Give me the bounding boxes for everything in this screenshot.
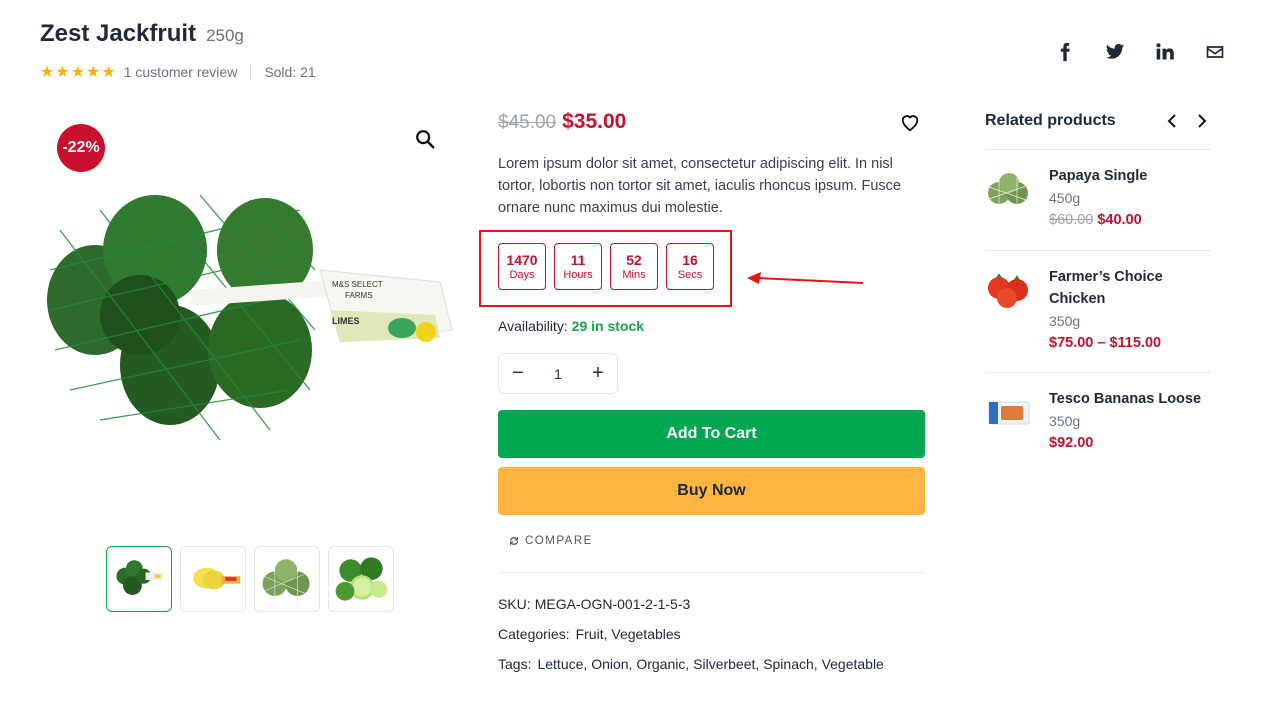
package-label: M&S SELECT — [332, 280, 383, 289]
minus-icon[interactable]: − — [509, 362, 527, 384]
product-meta-list: SKU: MEGA-OGN-001-2-1-5-3 Categories: Fr… — [498, 596, 884, 686]
star-icon: ★ — [55, 64, 70, 81]
add-to-cart-button[interactable]: Add To Cart — [498, 410, 925, 458]
price-row: $45.00 $35.00 — [498, 110, 626, 134]
product-image[interactable]: M&S SELECT FARMS LIMES — [40, 190, 460, 450]
quantity-stepper: − + — [498, 353, 618, 394]
related-item-weight: 350g — [1049, 413, 1081, 429]
related-item-image[interactable] — [985, 388, 1033, 436]
thumbnail-limes-net[interactable] — [106, 546, 172, 612]
heart-icon[interactable] — [899, 112, 923, 134]
stock-count: 29 in stock — [571, 318, 645, 334]
discount-badge: -22% — [57, 124, 105, 172]
related-item-name[interactable]: Farmer’s Choice Chicken — [1049, 266, 1210, 310]
star-icon: ★ — [40, 64, 55, 81]
tags-label: Tags: — [498, 656, 532, 672]
star-icon: ★ — [70, 64, 86, 81]
chevron-left-icon[interactable] — [1164, 111, 1180, 131]
tag-link[interactable]: Silverbeet — [693, 656, 755, 672]
facebook-icon[interactable] — [1040, 40, 1090, 64]
thumbnail-gallery — [106, 546, 394, 612]
divider — [250, 65, 252, 79]
related-item-image[interactable] — [985, 266, 1033, 314]
countdown-hours: 11 Hours — [554, 243, 602, 290]
related-item[interactable]: Tesco Bananas Loose 350g $92.00 — [985, 388, 1210, 454]
countdown-secs: 16 Secs — [666, 243, 714, 290]
related-item-image[interactable] — [985, 165, 1033, 213]
plus-icon[interactable]: + — [589, 362, 607, 384]
annotation-arrow — [745, 270, 867, 295]
zoom-icon[interactable] — [414, 128, 438, 152]
categories-row: Categories: Fruit, Vegetables — [498, 626, 884, 656]
related-item-price: $75.00 – $115.00 — [1049, 335, 1162, 351]
old-price: $45.00 — [498, 112, 557, 133]
product-weight: 250g — [206, 26, 244, 45]
tag-link[interactable]: Organic — [636, 656, 685, 672]
related-item-price: $60.00 $40.00 — [1049, 212, 1142, 228]
related-item-name[interactable]: Papaya Single — [1049, 165, 1147, 187]
related-item[interactable]: Papaya Single 450g $60.00 $40.00 — [985, 165, 1210, 231]
categories-label: Categories: — [498, 626, 570, 642]
related-divider — [985, 250, 1210, 251]
countdown-timer: 1470 Days 11 Hours 52 Mins 16 Secs — [498, 243, 714, 290]
compare-link[interactable]: COMPARE — [508, 535, 593, 547]
product-title-row: Zest Jackfruit 250g — [40, 20, 244, 48]
thumbnail-melons[interactable] — [254, 546, 320, 612]
sku-value: MEGA-OGN-001-2-1-5-3 — [534, 596, 691, 612]
related-item-weight: 450g — [1049, 190, 1081, 206]
countdown-mins: 52 Mins — [610, 243, 658, 290]
related-divider — [985, 149, 1210, 150]
availability: Availability: 29 in stock — [498, 318, 644, 334]
sold-count: Sold: 21 — [264, 64, 316, 80]
twitter-icon[interactable] — [1090, 40, 1140, 64]
thumbnail-cut-limes[interactable] — [328, 546, 394, 612]
section-divider — [498, 572, 925, 573]
related-item-info: Papaya Single 450g $60.00 $40.00 — [1049, 165, 1147, 231]
tag-link[interactable]: Lettuce — [537, 656, 583, 672]
related-header: Related products — [985, 111, 1210, 131]
related-item-weight: 350g — [1049, 313, 1081, 329]
star-icon: ★ — [86, 64, 101, 81]
social-share — [1040, 40, 1240, 64]
category-link[interactable]: Vegetables — [611, 626, 680, 642]
buy-now-button[interactable]: Buy Now — [498, 467, 925, 515]
sku-label: SKU: — [498, 596, 531, 612]
svg-text:FARMS: FARMS — [345, 291, 373, 300]
tag-link[interactable]: Spinach — [763, 656, 814, 672]
related-title: Related products — [985, 112, 1116, 129]
quantity-input[interactable] — [538, 365, 578, 382]
svg-text:LIMES: LIMES — [332, 316, 360, 326]
availability-label: Availability: — [498, 318, 568, 334]
mail-icon[interactable] — [1190, 40, 1240, 64]
sku-row: SKU: MEGA-OGN-001-2-1-5-3 — [498, 596, 884, 626]
countdown-days: 1470 Days — [498, 243, 546, 290]
tag-link[interactable]: Vegetable — [822, 656, 884, 672]
product-description: Lorem ipsum dolor sit amet, consectetur … — [498, 156, 901, 216]
related-divider — [985, 372, 1210, 373]
refresh-icon — [510, 536, 518, 546]
category-link[interactable]: Fruit — [576, 626, 604, 642]
tags-row: Tags: Lettuce, Onion, Organic, Silverbee… — [498, 656, 884, 686]
related-item-price: $92.00 — [1049, 435, 1094, 451]
related-item-name[interactable]: Tesco Bananas Loose — [1049, 388, 1201, 410]
related-item[interactable]: Farmer’s Choice Chicken 350g $75.00 – $1… — [985, 266, 1210, 354]
related-item-info: Farmer’s Choice Chicken 350g $75.00 – $1… — [1049, 266, 1210, 354]
linkedin-icon[interactable] — [1140, 40, 1190, 64]
thumbnail-lemons[interactable] — [180, 546, 246, 612]
related-item-info: Tesco Bananas Loose 350g $92.00 — [1049, 388, 1201, 454]
product-meta: ★ ★ ★ ★ ★ 1 customer review Sold: 21 — [40, 62, 316, 82]
chevron-right-icon[interactable] — [1194, 111, 1210, 131]
product-title: Zest Jackfruit — [40, 20, 197, 47]
current-price: $35.00 — [562, 110, 627, 133]
compare-label: COMPARE — [525, 535, 593, 547]
tag-link[interactable]: Onion — [591, 656, 628, 672]
review-link[interactable]: 1 customer review — [124, 64, 238, 80]
related-nav — [1164, 111, 1210, 131]
rating-stars: ★ ★ ★ ★ ★ — [40, 62, 116, 82]
star-icon: ★ — [101, 64, 116, 81]
